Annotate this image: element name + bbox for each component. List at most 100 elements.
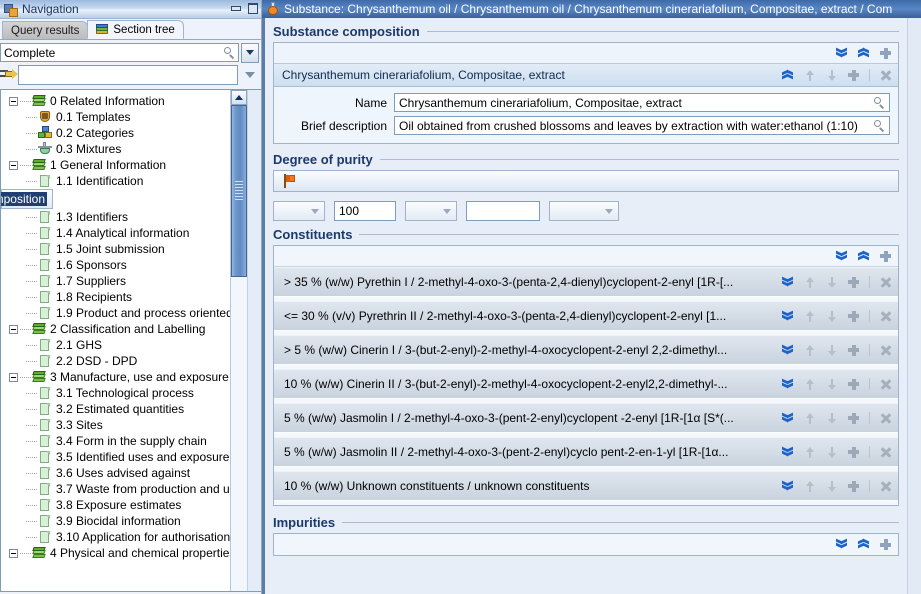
maximize-icon[interactable] bbox=[247, 2, 258, 14]
tree-item[interactable]: 3.4 Form in the supply chain bbox=[1, 433, 230, 449]
constituent-row[interactable]: 10 % (w/w) Unknown constituents / unknow… bbox=[274, 471, 898, 501]
expand-constituent-icon[interactable] bbox=[781, 480, 794, 493]
expand-constituent-icon[interactable] bbox=[781, 412, 794, 425]
delete-icon[interactable] bbox=[879, 344, 892, 357]
collapse-all-icon[interactable] bbox=[857, 538, 870, 551]
move-up-icon[interactable] bbox=[803, 378, 816, 391]
expand-all-icon[interactable] bbox=[835, 47, 848, 60]
constituent-row[interactable]: > 35 % (w/w) Pyrethin I / 2-methyl-4-oxo… bbox=[274, 267, 898, 297]
collapse-all-icon[interactable] bbox=[857, 47, 870, 60]
tree-expander-icon[interactable] bbox=[9, 96, 18, 106]
name-lookup-icon[interactable] bbox=[873, 96, 886, 109]
main-panel-scrollbar[interactable] bbox=[907, 18, 921, 594]
brief-description-field[interactable]: Oil obtained from crushed blossoms and l… bbox=[394, 116, 890, 135]
tree-item[interactable]: 2.1 GHS bbox=[1, 337, 230, 353]
tree-item[interactable]: 1.4 Analytical information bbox=[1, 225, 230, 241]
tree-item[interactable]: 0 Related Information bbox=[1, 93, 230, 109]
tree-item[interactable]: 3.2 Estimated quantities bbox=[1, 401, 230, 417]
move-down-icon[interactable] bbox=[825, 69, 838, 82]
add-icon[interactable] bbox=[847, 344, 860, 357]
add-record-icon[interactable] bbox=[847, 69, 860, 82]
move-up-icon[interactable] bbox=[803, 276, 816, 289]
scroll-up-button[interactable] bbox=[230, 90, 247, 105]
tree-item[interactable]: 1.6 Sponsors bbox=[1, 257, 230, 273]
tree-item[interactable]: 1.8 Recipients bbox=[1, 289, 230, 305]
expand-all-icon[interactable] bbox=[835, 250, 848, 263]
constituent-row[interactable]: 5 % (w/w) Jasmolin II / 2-methyl-4-oxo-3… bbox=[274, 437, 898, 467]
expand-constituent-icon[interactable] bbox=[781, 378, 794, 391]
move-up-icon[interactable] bbox=[803, 446, 816, 459]
tree-item[interactable]: 3 Manufacture, use and exposure bbox=[1, 369, 230, 385]
constituent-row[interactable]: 5 % (w/w) Jasmolin I / 2-methyl-4-oxo-3-… bbox=[274, 403, 898, 433]
composition-record-header[interactable]: Chrysanthemum cinerariafolium, Composita… bbox=[274, 64, 898, 87]
flag-icon[interactable] bbox=[284, 174, 297, 188]
add-icon[interactable] bbox=[879, 47, 892, 60]
tree-item[interactable]: 3.5 Identified uses and exposure sc bbox=[1, 449, 230, 465]
minimize-icon[interactable] bbox=[230, 2, 241, 13]
move-down-icon[interactable] bbox=[825, 412, 838, 425]
move-down-icon[interactable] bbox=[825, 480, 838, 493]
move-up-icon[interactable] bbox=[803, 310, 816, 323]
purity-value-input[interactable]: 100 bbox=[334, 201, 396, 221]
completeness-filter-input[interactable]: Complete bbox=[0, 43, 239, 62]
expand-constituent-icon[interactable] bbox=[781, 344, 794, 357]
section-tree[interactable]: 0 Related Information 0.1 Templates 0.2 Ca… bbox=[1, 90, 230, 591]
tree-item[interactable]: 2.2 DSD - DPD bbox=[1, 353, 230, 369]
delete-icon[interactable] bbox=[879, 480, 892, 493]
move-down-icon[interactable] bbox=[825, 276, 838, 289]
tree-item[interactable]: 0.1 Templates bbox=[1, 109, 230, 125]
tree-item[interactable]: 0.2 Categories bbox=[1, 125, 230, 141]
move-down-icon[interactable] bbox=[825, 378, 838, 391]
expand-all-icon[interactable] bbox=[835, 538, 848, 551]
purity-qualifier-select[interactable] bbox=[273, 201, 325, 221]
tree-item[interactable]: 1.3 Identifiers bbox=[1, 209, 230, 225]
delete-icon[interactable] bbox=[879, 378, 892, 391]
navigation-search-dropdown[interactable] bbox=[241, 65, 259, 85]
brief-description-lookup-icon[interactable] bbox=[873, 119, 886, 132]
move-up-icon[interactable] bbox=[803, 344, 816, 357]
tree-item[interactable]: 1.5 Joint submission bbox=[1, 241, 230, 257]
tree-expander-icon[interactable] bbox=[9, 324, 18, 334]
tree-item[interactable]: 1 General Information bbox=[1, 157, 230, 173]
delete-icon[interactable] bbox=[879, 310, 892, 323]
delete-record-icon[interactable] bbox=[879, 69, 892, 82]
move-up-icon[interactable] bbox=[803, 480, 816, 493]
add-icon[interactable] bbox=[847, 446, 860, 459]
expand-constituent-icon[interactable] bbox=[781, 446, 794, 459]
expand-constituent-icon[interactable] bbox=[781, 310, 794, 323]
tree-item[interactable]: 1.2 Composition bbox=[1, 189, 53, 209]
tree-item[interactable]: 1.7 Suppliers bbox=[1, 273, 230, 289]
tree-expander-icon[interactable] bbox=[9, 372, 18, 382]
navigation-outer-scrollbar[interactable] bbox=[246, 90, 261, 591]
search-icon[interactable] bbox=[223, 46, 236, 59]
add-icon[interactable] bbox=[847, 412, 860, 425]
collapse-all-icon[interactable] bbox=[857, 250, 870, 263]
add-icon[interactable] bbox=[847, 378, 860, 391]
tree-item[interactable]: 3.9 Biocidal information bbox=[1, 513, 230, 529]
tree-expander-icon[interactable] bbox=[9, 160, 18, 170]
add-impurity-icon[interactable] bbox=[879, 538, 892, 551]
tree-item[interactable]: 4 Physical and chemical properties bbox=[1, 545, 230, 561]
tree-item[interactable]: 3.7 Waste from production and use bbox=[1, 481, 230, 497]
tree-item[interactable]: 3.1 Technological process bbox=[1, 385, 230, 401]
scroll-thumb[interactable] bbox=[230, 105, 247, 277]
delete-icon[interactable] bbox=[879, 446, 892, 459]
tab-query-results[interactable]: Query results bbox=[2, 21, 89, 39]
tree-expander-icon[interactable] bbox=[9, 548, 18, 558]
tree-item[interactable]: 0.3 Mixtures bbox=[1, 141, 230, 157]
navigation-search-input[interactable] bbox=[18, 65, 238, 85]
tree-item[interactable]: 3.10 Application for authorisation bbox=[1, 529, 230, 545]
tree-item[interactable]: 1.1 Identification bbox=[1, 173, 230, 189]
move-down-icon[interactable] bbox=[825, 310, 838, 323]
delete-icon[interactable] bbox=[879, 276, 892, 289]
degree-of-purity-bar[interactable] bbox=[273, 170, 899, 192]
purity-unit2-select[interactable] bbox=[549, 201, 619, 221]
goto-arrow-icon[interactable] bbox=[0, 67, 18, 83]
expand-constituent-icon[interactable] bbox=[781, 276, 794, 289]
tree-item[interactable]: 3.6 Uses advised against bbox=[1, 465, 230, 481]
move-up-icon[interactable] bbox=[803, 412, 816, 425]
move-down-icon[interactable] bbox=[825, 446, 838, 459]
tree-item[interactable]: 3.8 Exposure estimates bbox=[1, 497, 230, 513]
constituent-row[interactable]: <= 30 % (v/v) Pyrethrin II / 2-methyl-4-… bbox=[274, 301, 898, 331]
add-icon[interactable] bbox=[847, 480, 860, 493]
